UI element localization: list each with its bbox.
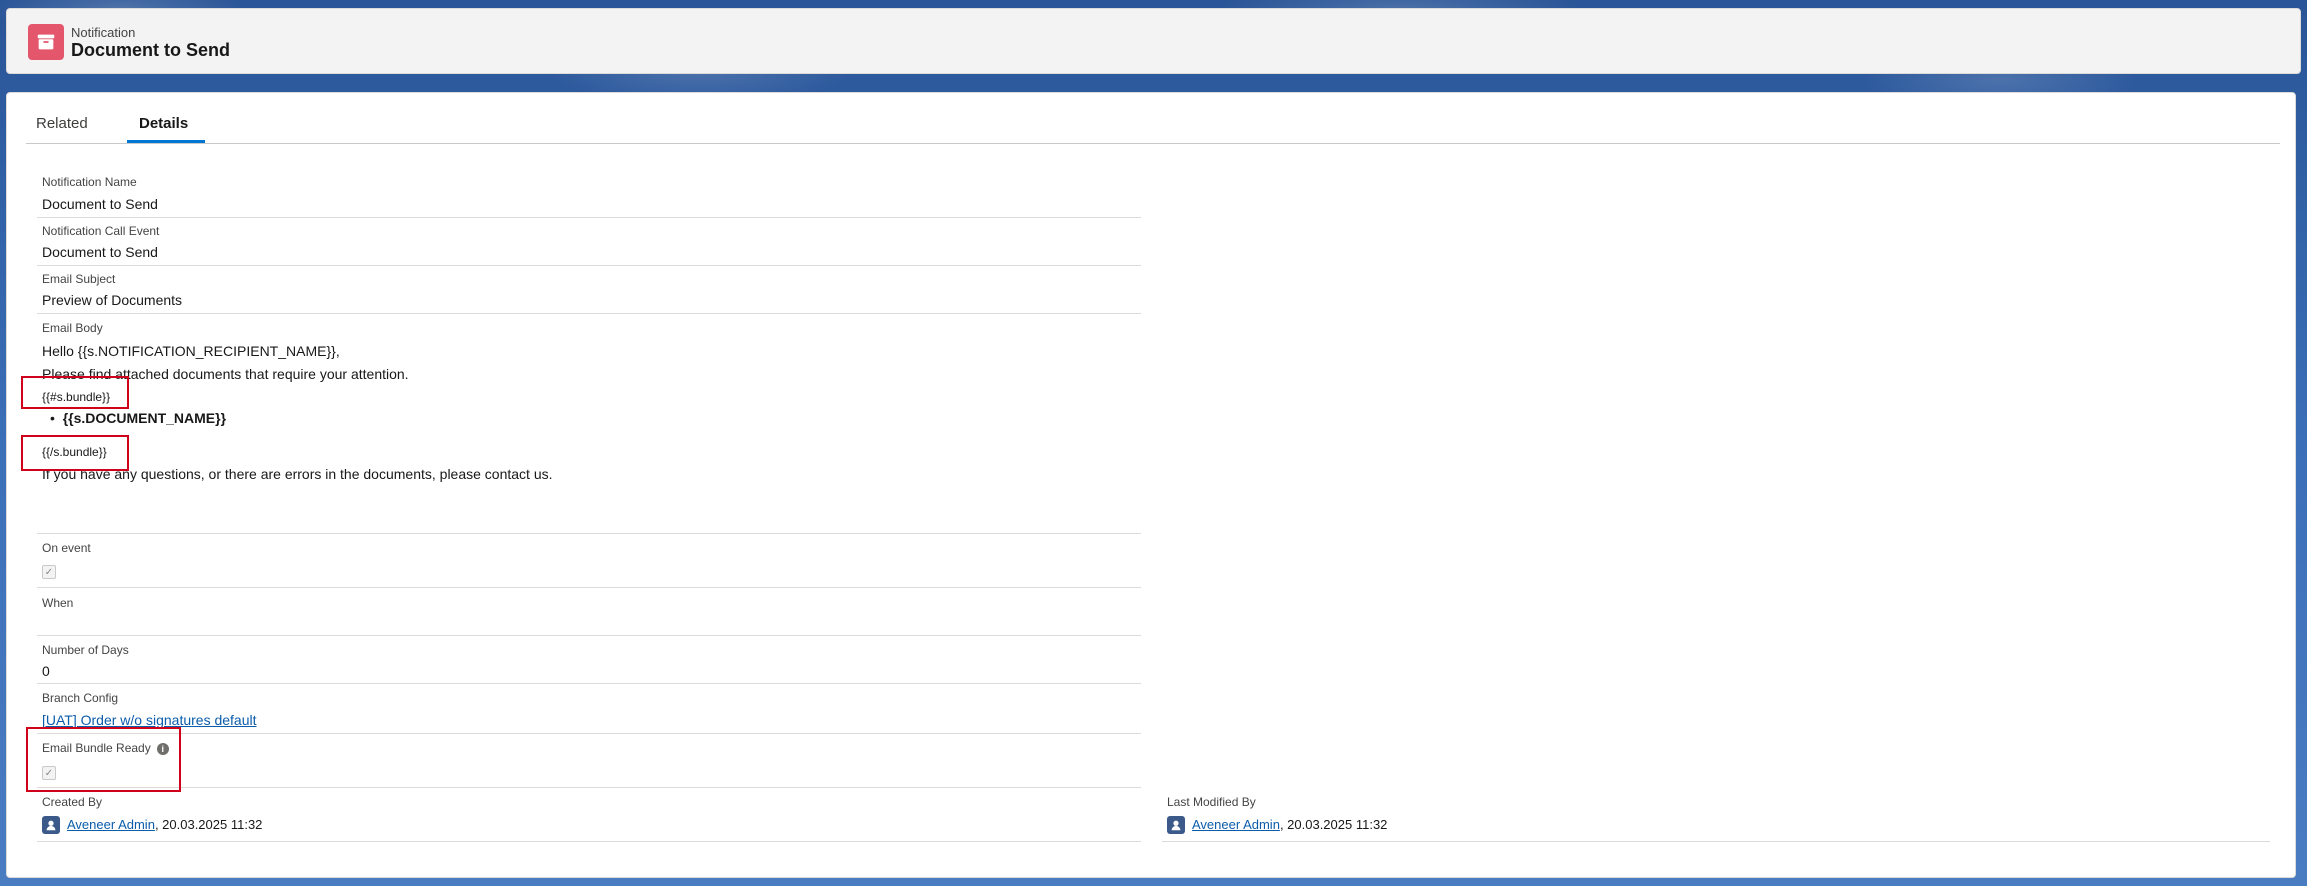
email-body-line: Hello {{s.NOTIFICATION_RECIPIENT_NAME}}, (42, 343, 340, 359)
field-notification-name: Notification Name Document to Send (37, 170, 1141, 218)
last-modified-by-user-link[interactable]: Aveneer Admin (1192, 817, 1280, 832)
user-icon (46, 820, 56, 831)
field-label: Created By (42, 795, 103, 809)
tab-details[interactable]: Details (139, 115, 188, 132)
created-by-user-link[interactable]: Aveneer Admin (67, 817, 155, 832)
field-label: Notification Name (42, 175, 137, 189)
bullet-icon: • (50, 410, 63, 426)
field-label: Notification Call Event (42, 224, 160, 238)
field-created-by: Created By Aveneer Admin, 20.03.2025 11:… (37, 788, 1141, 842)
user-icon (1171, 820, 1181, 831)
object-label: Notification (71, 25, 136, 40)
field-label: Branch Config (42, 691, 119, 705)
field-label: Number of Days (42, 643, 129, 657)
last-modified-by-date: , 20.03.2025 11:32 (1279, 817, 1388, 832)
last-modified-by-value: Aveneer Admin, 20.03.2025 11:32 (1192, 817, 1387, 832)
bullet-list-item: • {{s.DOCUMENT_NAME}} (50, 407, 226, 429)
tab-bar: Related Details (26, 100, 2280, 144)
field-when: When (37, 588, 1141, 636)
user-avatar (1167, 816, 1185, 834)
notification-icon (28, 24, 64, 60)
record-title: Document to Send (71, 40, 231, 60)
bullet-text: {{s.DOCUMENT_NAME}} (62, 410, 227, 426)
highlight-box-bundle-close (21, 435, 129, 471)
highlight-box-email-bundle-ready (26, 727, 181, 792)
field-on-event: On event ✓ (37, 534, 1141, 588)
field-notification-call-event: Notification Call Event Document to Send (37, 218, 1141, 266)
field-value: 0 (42, 663, 50, 679)
branch-config-link[interactable]: [UAT] Order w/o signatures default (42, 712, 257, 728)
field-value: Document to Send (42, 196, 158, 212)
field-label: Email Body (42, 321, 103, 335)
field-email-subject: Email Subject Preview of Documents (37, 266, 1141, 314)
highlight-box-bundle-open (21, 376, 129, 409)
active-tab-indicator (127, 140, 205, 143)
field-label: On event (42, 541, 91, 555)
field-label: Last Modified By (1167, 795, 1256, 809)
field-label: Email Subject (42, 272, 116, 286)
tab-related[interactable]: Related (36, 115, 88, 132)
field-branch-config: Branch Config [UAT] Order w/o signatures… (37, 684, 1141, 734)
field-email-bundle-ready: Email Bundle Ready i ✓ (37, 734, 1141, 788)
field-label: When (42, 596, 74, 610)
field-number-of-days: Number of Days 0 (37, 636, 1141, 684)
field-value: Preview of Documents (42, 292, 183, 308)
archive-icon (37, 34, 55, 50)
field-last-modified-by: Last Modified By Aveneer Admin, 20.03.20… (1162, 788, 2270, 842)
created-by-date: , 20.03.2025 11:32 (154, 817, 263, 832)
created-by-value: Aveneer Admin, 20.03.2025 11:32 (67, 817, 262, 832)
user-avatar (42, 816, 60, 834)
field-value: Document to Send (42, 244, 158, 260)
highlights-panel: Notification Document to Send (6, 8, 2301, 74)
on-event-checkbox: ✓ (42, 565, 56, 579)
